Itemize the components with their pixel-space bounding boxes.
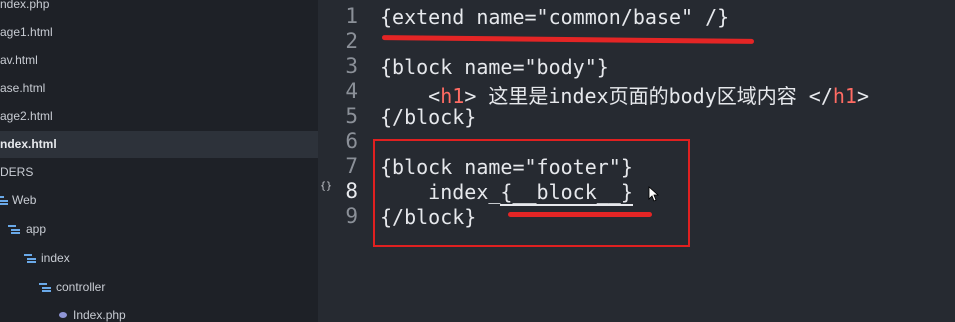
php-file-icon	[59, 312, 67, 318]
sidebar-item-label: age2.html	[0, 109, 53, 123]
sidebar-item-index-html[interactable]: ndex.html	[0, 131, 318, 158]
sidebar-section-label: DERS	[0, 165, 34, 179]
sidebar-item-base-html[interactable]: ase.html	[0, 75, 318, 102]
sidebar-item-label: ase.html	[0, 81, 46, 95]
sidebar-item-label: age1.html	[0, 25, 53, 39]
sidebar-folder-controller[interactable]: controller	[0, 274, 318, 301]
line-number: 4	[345, 79, 358, 103]
folder-icon	[24, 253, 38, 263]
file-sidebar: ndex.php age1.html av.html ase.html age2…	[0, 0, 319, 322]
sidebar-item-page2-html[interactable]: age2.html	[0, 103, 318, 130]
code-text: > 这里是index页面的body区域内容 </	[464, 84, 833, 108]
annotation-underline	[508, 212, 652, 217]
line-number-gutter: 1 2 3 4 5 6 7 8 9 {}	[318, 0, 366, 322]
line-number: 1	[345, 4, 358, 28]
sidebar-item-page1-html[interactable]: age1.html	[0, 19, 318, 46]
line-number: 3	[345, 54, 358, 78]
code-line-5[interactable]: {/block}	[380, 105, 476, 129]
sidebar-item-label: app	[26, 222, 47, 236]
code-text: >	[856, 84, 870, 108]
sidebar-folder-web[interactable]: Web	[0, 187, 318, 214]
sidebar-item-label: av.html	[0, 53, 38, 67]
sidebar-item-label: index	[41, 251, 70, 265]
sidebar-file-index-php[interactable]: Index.php	[0, 302, 318, 322]
html-tag: h1	[832, 84, 857, 108]
code-line-3[interactable]: {block name="body"}	[380, 55, 609, 79]
sidebar-folder-app[interactable]: app	[0, 216, 318, 243]
sidebar-section-folders: DERS	[0, 159, 318, 186]
line-number: 9	[345, 204, 358, 228]
sidebar-item-label: controller	[56, 280, 106, 294]
mouse-cursor-icon	[648, 186, 660, 202]
line-number: 5	[345, 104, 358, 128]
line-number: 7	[345, 154, 358, 178]
sidebar-item-label: Index.php	[73, 308, 126, 322]
folder-icon	[0, 195, 10, 205]
editor-window: ndex.php age1.html av.html ase.html age2…	[0, 0, 955, 322]
folder-icon	[8, 224, 22, 234]
folder-icon	[39, 282, 53, 292]
sidebar-item-label: Web	[12, 193, 37, 207]
code-line-1[interactable]: {extend name="common/base" /}	[380, 5, 729, 29]
line-number: 6	[345, 129, 358, 153]
sidebar-item-label: ndex.php	[0, 0, 50, 11]
annotation-box	[373, 139, 690, 247]
sidebar-item-nav-html[interactable]: av.html	[0, 47, 318, 74]
sidebar-item-label: ndex.html	[0, 137, 57, 151]
fold-marker-icon[interactable]: {}	[320, 181, 332, 192]
line-number: 2	[345, 29, 358, 53]
sidebar-item-index-php[interactable]: ndex.php	[0, 0, 318, 18]
sidebar-folder-index[interactable]: index	[0, 245, 318, 272]
